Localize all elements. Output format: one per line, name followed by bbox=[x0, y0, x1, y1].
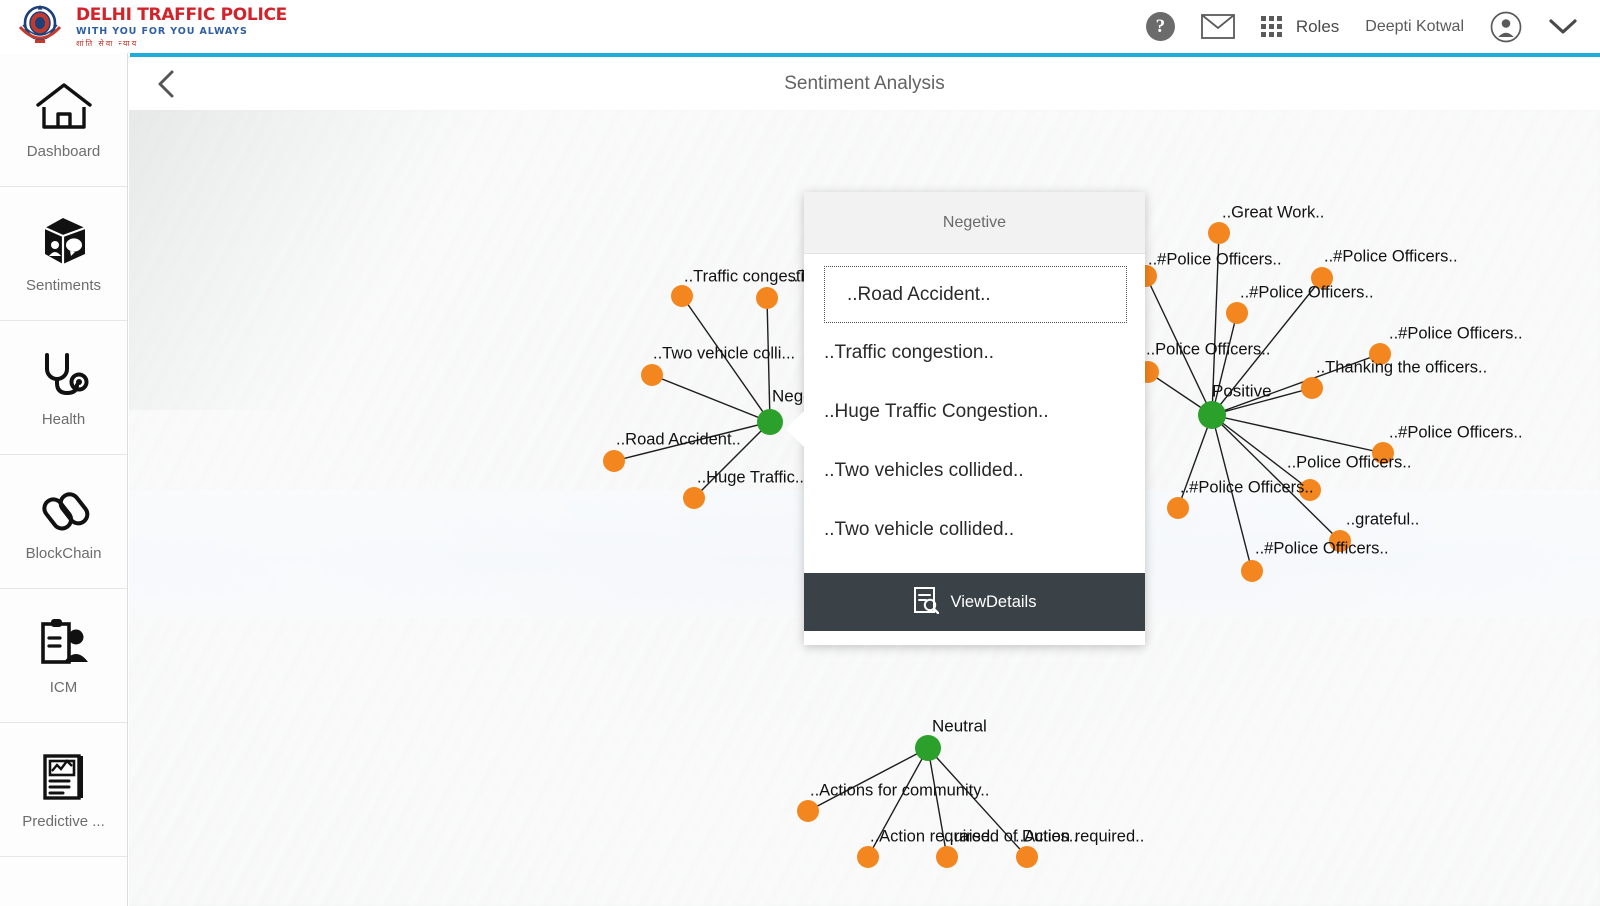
clipboard-person-icon bbox=[35, 615, 93, 671]
graph-leaf-node[interactable] bbox=[641, 364, 663, 386]
sidebar-label: Health bbox=[41, 411, 86, 428]
brand-logo[interactable]: DELHI TRAFFIC POLICE WITH YOU FOR YOU AL… bbox=[0, 3, 287, 51]
graph-leaf-node[interactable] bbox=[857, 846, 879, 868]
graph-leaf-node[interactable] bbox=[671, 285, 693, 307]
sidebar-label: BlockChain bbox=[25, 545, 102, 562]
graph-leaf-node[interactable] bbox=[936, 846, 958, 868]
popup-list-item[interactable]: ..Two vehicles collided.. bbox=[804, 441, 1145, 500]
help-glyph: ? bbox=[1145, 12, 1175, 41]
graph-leaf-label: ..Thanking the officers.. bbox=[1316, 358, 1487, 376]
view-details-button[interactable]: ViewDetails bbox=[804, 573, 1145, 631]
home-icon bbox=[34, 79, 94, 135]
graph-leaf-label: ..#Police Officers.. bbox=[1324, 247, 1458, 265]
graph-leaf-label: ..Two vehicle colli... bbox=[653, 344, 795, 362]
graph-leaf-label: ..Actions for community.. bbox=[810, 781, 989, 799]
sidebar-item-predictive[interactable]: Predictive ... bbox=[0, 723, 127, 857]
graph-leaf-node[interactable] bbox=[683, 487, 705, 509]
page-title: Sentiment Analysis bbox=[784, 72, 945, 94]
sidebar-item-blockchain[interactable]: BlockChain bbox=[0, 455, 127, 589]
graph-root-node[interactable] bbox=[915, 735, 941, 761]
graph-root-node[interactable] bbox=[1198, 401, 1226, 429]
graph-leaf-node[interactable] bbox=[756, 287, 778, 309]
sentiment-detail-popup[interactable]: Negetive ..Road Accident.. ..Traffic cong… bbox=[786, 192, 1145, 645]
popup-list-item[interactable]: ..Huge Traffic Congestion.. bbox=[804, 382, 1145, 441]
graph-leaf-node[interactable] bbox=[603, 450, 625, 472]
brand-title: DELHI TRAFFIC POLICE bbox=[76, 5, 287, 26]
graph-edge bbox=[651, 374, 771, 423]
graph-leaf-node[interactable] bbox=[797, 800, 819, 822]
sidebar-label: Predictive ... bbox=[22, 813, 105, 830]
brand-subtitle: WITH YOU FOR YOU ALWAYS bbox=[76, 26, 248, 38]
popup-pointer-arrow bbox=[786, 410, 805, 448]
stethoscope-icon bbox=[35, 347, 93, 403]
sidebar-item-health[interactable]: Health bbox=[0, 321, 127, 455]
graph-leaf-label: ..Police Officers.. bbox=[1146, 340, 1270, 358]
graph-leaf-node[interactable] bbox=[1226, 302, 1248, 324]
help-circle-icon[interactable]: ? bbox=[1145, 12, 1175, 41]
user-avatar-icon[interactable] bbox=[1490, 11, 1522, 43]
sidebar-label: ICM bbox=[49, 679, 78, 696]
graph-leaf-node[interactable] bbox=[1167, 497, 1189, 519]
sidebar-item-sentiments[interactable]: Sentiments bbox=[0, 187, 127, 321]
popup-item-list[interactable]: ..Road Accident.. ..Traffic congestion...… bbox=[804, 254, 1145, 573]
main-sidebar: Dashboard Sentiments Health BlockChain I… bbox=[0, 53, 128, 906]
popup-header: Negetive bbox=[804, 192, 1145, 254]
graph-leaf-label: ..Police Officers.. bbox=[1287, 453, 1411, 471]
header-accent-rule bbox=[130, 53, 1600, 57]
graph-leaf-label: ..grateful.. bbox=[1346, 510, 1419, 528]
popup-title: Negetive bbox=[942, 213, 1007, 231]
header-actions: ? Roles Deepti Kotwal bbox=[1145, 11, 1600, 43]
popup-list-item[interactable]: ..Two vehicle collided.. bbox=[804, 500, 1145, 559]
graph-leaf-node[interactable] bbox=[1208, 222, 1230, 244]
graph-leaf-label: ..#Police Officers.. bbox=[1148, 250, 1282, 268]
envelope-icon[interactable] bbox=[1200, 14, 1235, 39]
page-titlebar: Sentiment Analysis bbox=[129, 57, 1600, 110]
police-emblem-icon bbox=[14, 3, 66, 51]
sentiment-box-icon bbox=[35, 213, 93, 269]
graph-root-node[interactable] bbox=[757, 409, 783, 435]
graph-root-label: Neutral bbox=[932, 716, 987, 735]
sidebar-item-icm[interactable]: ICM bbox=[0, 589, 127, 723]
roles-menu[interactable]: Roles bbox=[1296, 17, 1339, 37]
sidebar-label: Sentiments bbox=[25, 277, 102, 294]
sidebar-label: Dashboard bbox=[26, 143, 101, 160]
app-header: DELHI TRAFFIC POLICE WITH YOU FOR YOU AL… bbox=[0, 0, 1600, 53]
graph-leaf-node[interactable] bbox=[1016, 846, 1038, 868]
graph-leaf-label: ..Huge Traffic... bbox=[697, 468, 809, 486]
report-chart-icon bbox=[35, 749, 93, 805]
graph-leaf-label: ..Great Work.. bbox=[1222, 203, 1324, 221]
graph-leaf-node[interactable] bbox=[1241, 560, 1263, 582]
user-name-label: Deepti Kotwal bbox=[1365, 17, 1464, 35]
popup-list-item[interactable]: ..Traffic congestion.. bbox=[804, 323, 1145, 382]
graph-leaf-label: ..Road Accident.. bbox=[616, 430, 741, 448]
graph-leaf-label: ..#Police Officers.. bbox=[1180, 478, 1314, 496]
graph-leaf-label: ..Action required.. bbox=[1015, 827, 1144, 845]
graph-leaf-node[interactable] bbox=[1301, 377, 1323, 399]
sidebar-item-dashboard[interactable]: Dashboard bbox=[0, 53, 127, 187]
graph-leaf-label: ..#Police Officers.. bbox=[1389, 423, 1523, 441]
graph-leaf-label: ..#Police Officers.. bbox=[1255, 539, 1389, 557]
apps-grid-icon[interactable] bbox=[1260, 16, 1282, 37]
graph-leaf-label: ..#Police Officers.. bbox=[1389, 324, 1523, 342]
graph-leaf-label: ..#Police Officers.. bbox=[1240, 283, 1374, 301]
chevron-down-icon[interactable] bbox=[1548, 18, 1578, 36]
brand-motto: शांति सेवा न्याय bbox=[76, 38, 139, 48]
view-details-icon bbox=[913, 586, 939, 619]
view-details-label: ViewDetails bbox=[950, 592, 1037, 611]
popup-list-item[interactable]: ..Road Accident.. bbox=[824, 266, 1127, 323]
graph-root-label: Positive bbox=[1212, 381, 1272, 400]
chain-link-icon bbox=[35, 481, 93, 537]
